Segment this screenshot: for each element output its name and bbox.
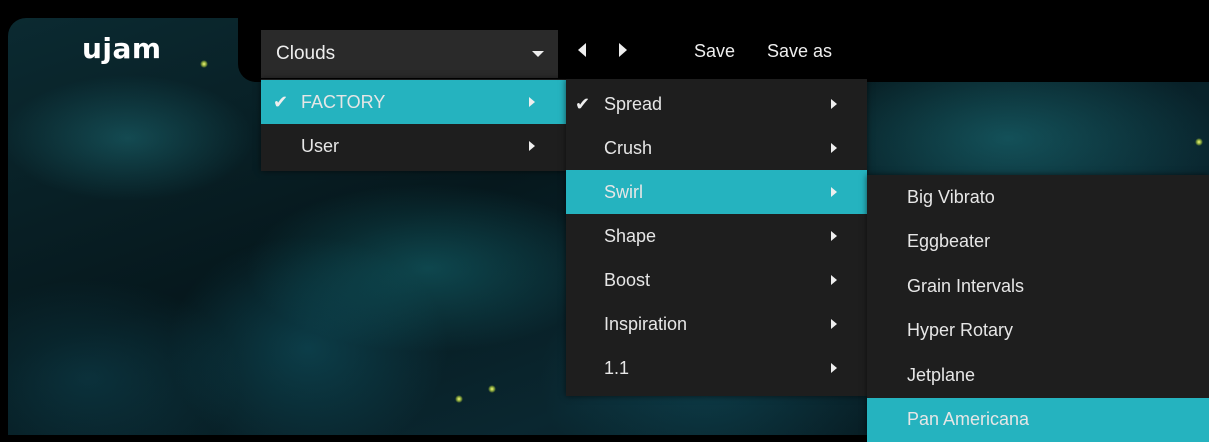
menu-level3-item[interactable]: Hyper Rotary	[867, 309, 1209, 354]
menu-item-label: Big Vibrato	[907, 187, 995, 208]
menu-level2-item[interactable]: ✔ Spread	[566, 82, 867, 126]
menu-level1-item[interactable]: ✔ FACTORY	[261, 80, 566, 124]
menu-level3-item[interactable]: Grain Intervals	[867, 264, 1209, 309]
menu-level2-item[interactable]: 1.1	[566, 346, 867, 390]
save-as-button[interactable]: Save as	[767, 41, 832, 62]
next-preset-button[interactable]	[619, 43, 627, 57]
spark-decoration	[1195, 138, 1203, 146]
menu-item-label: User	[301, 136, 339, 157]
previous-preset-button[interactable]	[578, 43, 586, 57]
preset-dropdown[interactable]: Clouds	[261, 30, 558, 78]
spark-decoration	[200, 60, 208, 68]
menu-item-label: FACTORY	[301, 92, 385, 113]
menu-item-label: Pan Americana	[907, 409, 1029, 430]
submenu-arrow-icon	[831, 143, 837, 153]
menu-item-label: Grain Intervals	[907, 276, 1024, 297]
spark-decoration	[455, 395, 463, 403]
menu-item-label: Hyper Rotary	[907, 320, 1013, 341]
save-button[interactable]: Save	[694, 41, 735, 62]
menu-level2-item[interactable]: Boost	[566, 258, 867, 302]
menu-item-label: Boost	[604, 270, 650, 291]
menu-item-label: Inspiration	[604, 314, 687, 335]
menu-level3-item[interactable]: Pan Americana	[867, 398, 1209, 442]
spark-decoration	[488, 385, 496, 393]
category-menu: ✔ Spread Crush Swirl Shape Boost Inspiration 1.…	[566, 79, 867, 396]
submenu-arrow-icon	[831, 275, 837, 285]
menu-item-label: Swirl	[604, 182, 643, 203]
menu-item-label: Spread	[604, 94, 662, 115]
menu-level1-item[interactable]: User	[261, 124, 566, 168]
preset-menu: Big Vibrato Eggbeater Grain Intervals Hyper…	[867, 175, 1209, 435]
submenu-arrow-icon	[831, 231, 837, 241]
checkmark-icon: ✔	[273, 92, 288, 113]
preset-value: Clouds	[276, 43, 335, 65]
menu-level2-item[interactable]: Swirl	[566, 170, 867, 214]
submenu-arrow-icon	[529, 141, 535, 151]
ujam-logo: ujam	[82, 32, 162, 65]
submenu-arrow-icon	[831, 319, 837, 329]
chevron-down-icon	[532, 51, 544, 57]
menu-item-label: Crush	[604, 138, 652, 159]
menu-level2-item[interactable]: Inspiration	[566, 302, 867, 346]
bank-menu: ✔ FACTORY User	[261, 79, 566, 171]
menu-item-label: Shape	[604, 226, 656, 247]
submenu-arrow-icon	[831, 187, 837, 197]
menu-level3-item[interactable]: Eggbeater	[867, 220, 1209, 265]
submenu-arrow-icon	[831, 363, 837, 373]
menu-level3-item[interactable]: Big Vibrato	[867, 175, 1209, 220]
menu-item-label: Eggbeater	[907, 231, 990, 252]
menu-level2-item[interactable]: Shape	[566, 214, 867, 258]
menu-item-label: Jetplane	[907, 365, 975, 386]
menu-level3-item[interactable]: Jetplane	[867, 353, 1209, 398]
checkmark-icon: ✔	[575, 94, 590, 115]
menu-level2-item[interactable]: Crush	[566, 126, 867, 170]
submenu-arrow-icon	[529, 97, 535, 107]
submenu-arrow-icon	[831, 99, 837, 109]
menu-item-label: 1.1	[604, 358, 629, 379]
